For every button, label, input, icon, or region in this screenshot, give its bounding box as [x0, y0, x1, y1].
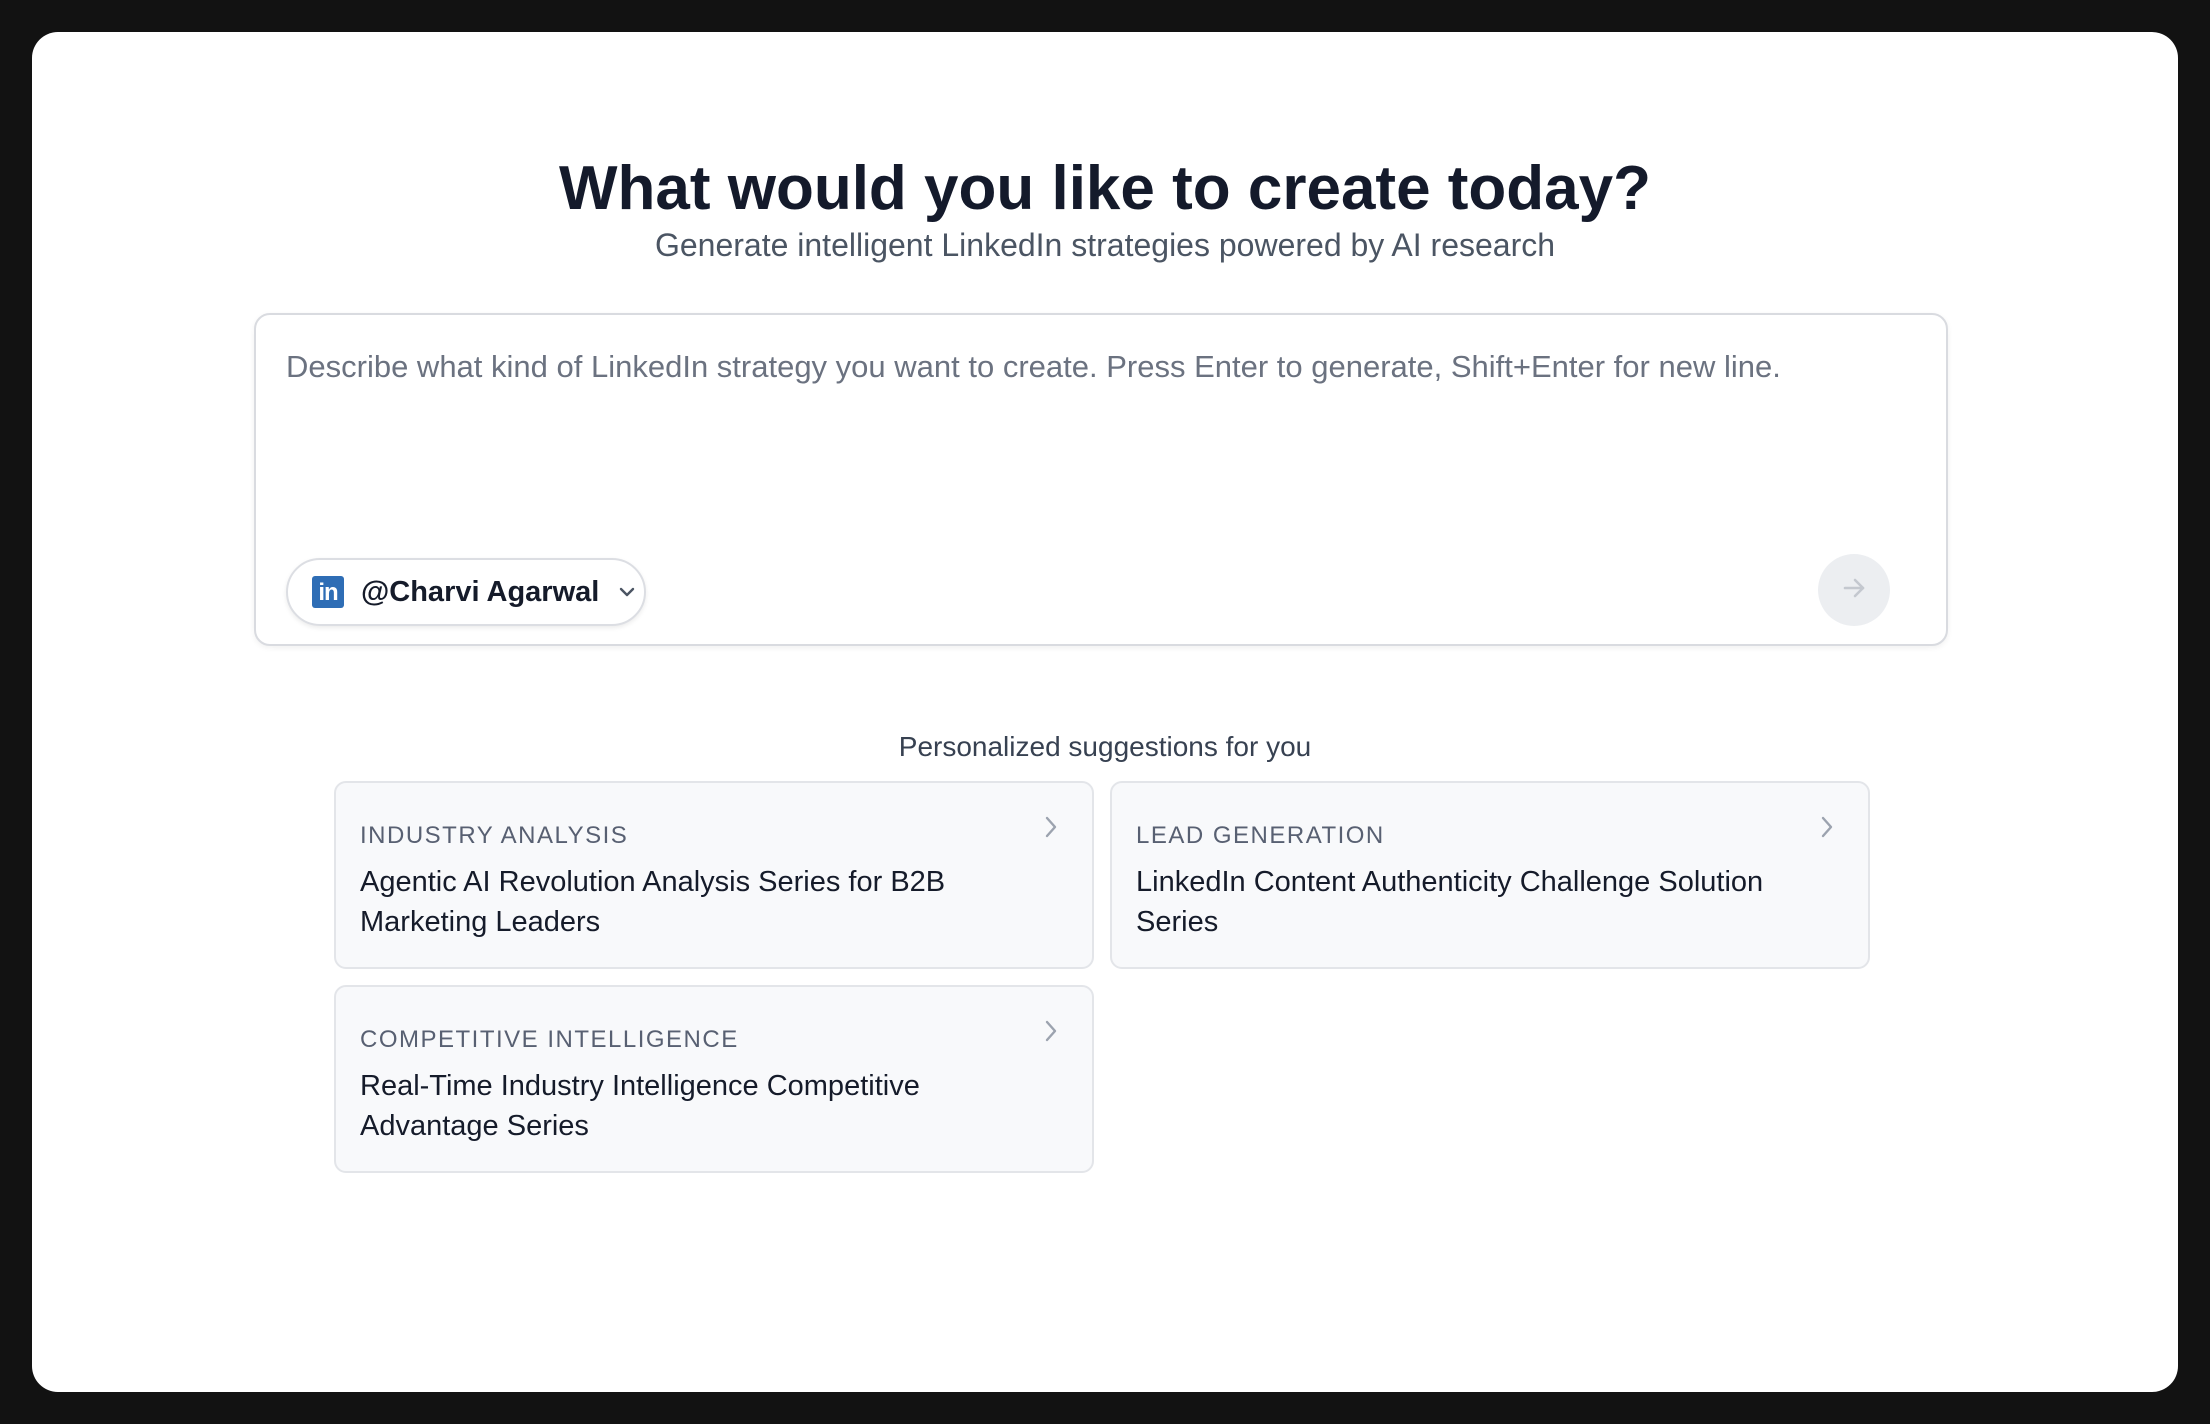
suggestion-card-lead-generation[interactable]: LEAD GENERATION LinkedIn Content Authent…: [1110, 781, 1870, 969]
chevron-right-icon: [1045, 816, 1057, 838]
account-name: @Charvi Agarwal: [361, 575, 600, 608]
suggestion-category: COMPETITIVE INTELLIGENCE: [360, 1026, 739, 1053]
suggestion-category: INDUSTRY ANALYSIS: [360, 822, 629, 849]
send-button[interactable]: [1818, 554, 1890, 626]
linkedin-icon: in: [312, 576, 344, 608]
chevron-right-icon: [1821, 816, 1833, 838]
account-selector[interactable]: in @Charvi Agarwal: [286, 558, 646, 626]
page-title: What would you like to create today?: [558, 154, 1652, 223]
chevron-down-icon: [617, 582, 637, 602]
suggestion-title: Real-Time Industry Intelligence Competit…: [360, 1070, 920, 1142]
chevron-right-icon: [1045, 1020, 1057, 1042]
strategy-prompt-input[interactable]: [286, 345, 1906, 455]
prompt-composer: in @Charvi Agarwal: [254, 313, 1948, 646]
page-subtitle: Generate intelligent LinkedIn strategies…: [654, 227, 1556, 263]
suggestions-heading: Personalized suggestions for you: [898, 731, 1312, 762]
suggestion-card-competitive-intelligence[interactable]: COMPETITIVE INTELLIGENCE Real-Time Indus…: [334, 985, 1094, 1173]
main-window: What would you like to create today? Gen…: [32, 32, 2178, 1392]
suggestion-title: Agentic AI Revolution Analysis Series fo…: [360, 866, 946, 938]
arrow-right-icon: [1840, 574, 1868, 607]
suggestion-category: LEAD GENERATION: [1136, 822, 1385, 849]
suggestion-card-industry-analysis[interactable]: INDUSTRY ANALYSIS Agentic AI Revolution …: [334, 781, 1094, 969]
suggestion-title: LinkedIn Content Authenticity Challenge …: [1136, 866, 1764, 938]
